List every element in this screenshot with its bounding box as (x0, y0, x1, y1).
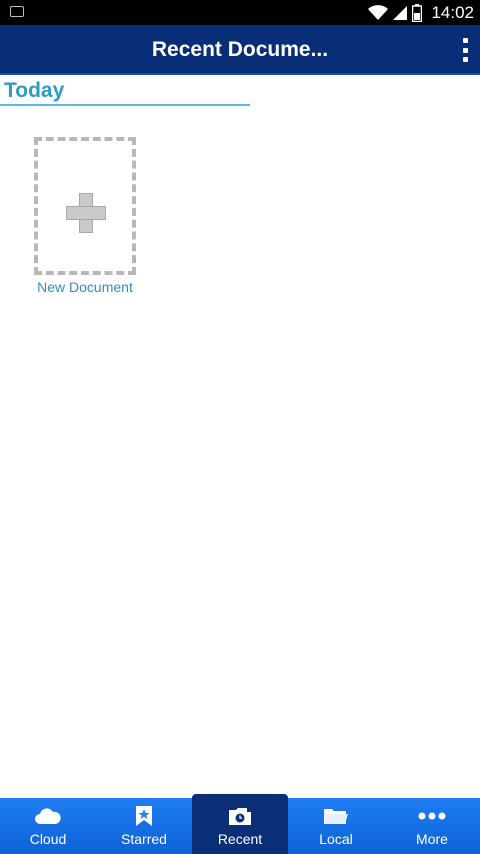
nav-item-starred[interactable]: Starred (96, 798, 192, 854)
section-divider (0, 104, 250, 106)
plus-icon (66, 193, 106, 233)
more-dots-icon (418, 812, 446, 820)
signal-icon (393, 5, 408, 20)
app-bar: Recent Docume... (0, 25, 480, 75)
cloud-icon (35, 808, 61, 824)
nav-label-more: More (416, 831, 448, 847)
status-icons: 14:02 (368, 2, 474, 23)
status-bar: 14:02 (0, 0, 480, 25)
new-document-tile[interactable] (34, 137, 136, 275)
wifi-icon (368, 4, 389, 20)
nav-label-recent: Recent (217, 831, 263, 847)
bookmark-star-icon (136, 806, 152, 826)
notification-icon (10, 6, 24, 17)
nav-item-more[interactable]: More (384, 798, 480, 854)
recent-folder-icon (229, 808, 251, 825)
clock: 14:02 (431, 2, 474, 22)
bottom-navigation: Cloud Starred Recent Local More (0, 794, 480, 854)
nav-item-local[interactable]: Local (288, 798, 384, 854)
new-document-label[interactable]: New Document (20, 279, 150, 295)
section-header-today: Today (4, 79, 65, 102)
battery-icon (412, 3, 423, 22)
nav-label-local: Local (319, 831, 353, 847)
nav-item-cloud[interactable]: Cloud (0, 798, 96, 854)
nav-item-recent[interactable]: Recent (192, 794, 288, 854)
overflow-menu-icon[interactable] (458, 38, 472, 62)
nav-label-cloud: Cloud (29, 831, 67, 847)
folder-icon (324, 809, 348, 824)
page-title: Recent Docume... (151, 38, 329, 61)
nav-label-starred: Starred (121, 831, 167, 847)
